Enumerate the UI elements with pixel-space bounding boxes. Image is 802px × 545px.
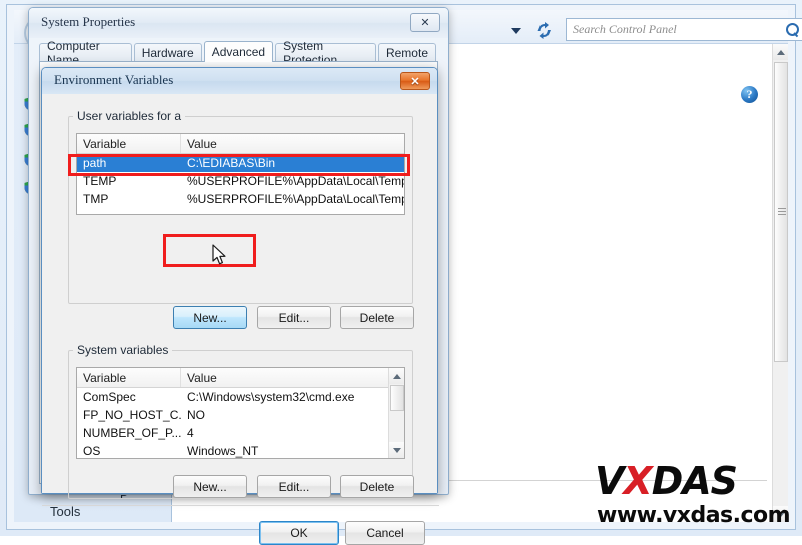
scroll-down-icon[interactable] (389, 442, 404, 458)
tab-hardware[interactable]: Hardware (133, 43, 202, 62)
tab-advanced[interactable]: Advanced (203, 41, 274, 62)
refresh-glyph (537, 21, 551, 39)
cancel-button[interactable]: Cancel (345, 521, 425, 545)
scrollbar-thumb[interactable] (774, 62, 788, 362)
search-icon (785, 22, 799, 37)
column-header-variable: Variable (77, 134, 181, 153)
tab-system-protection[interactable]: System Protection (275, 39, 376, 67)
close-icon[interactable]: ✕ (410, 13, 440, 32)
edit-user-variable-button[interactable]: Edit... (257, 306, 331, 329)
environment-variables-dialog: Environment Variables ✕ User variables f… (41, 67, 439, 545)
vertical-scrollbar[interactable] (772, 44, 788, 522)
user-var-name: TEMP (83, 174, 117, 188)
new-user-variable-button[interactable]: New... (173, 306, 247, 329)
user-var-value: %USERPROFILE%\AppData\Local\Temp (187, 192, 404, 206)
column-header-variable: Variable (77, 368, 181, 387)
system-properties-titlebar[interactable]: System Properties ✕ (29, 8, 448, 38)
scroll-up-icon[interactable] (389, 368, 404, 384)
system-var-value: Windows_NT (187, 444, 259, 458)
environment-variables-body: User variables for a Variable Value path… (42, 94, 439, 545)
system-var-name: FP_NO_HOST_C... (83, 408, 181, 422)
mouse-cursor (212, 244, 228, 266)
tab-remote[interactable]: Remote (377, 43, 436, 62)
user-var-value: %USERPROFILE%\AppData\Local\Temp (187, 174, 404, 188)
user-var-name: TMP (83, 192, 109, 206)
column-header-value: Value (187, 371, 217, 385)
tab-computer-name[interactable]: Computer Name (39, 39, 132, 67)
search-placeholder: Search Control Panel (573, 22, 677, 36)
table-row[interactable]: TEMP %USERPROFILE%\AppData\Local\Temp (77, 172, 404, 190)
table-row[interactable]: OS Windows_NT (77, 442, 404, 458)
vxdas-x: X (623, 459, 652, 503)
close-icon[interactable]: ✕ (400, 72, 430, 90)
user-variables-header: Variable Value (77, 134, 404, 154)
vxdas-url: www.vxdas.com (597, 503, 791, 528)
table-row[interactable]: TMP %USERPROFILE%\AppData\Local\Temp (77, 190, 404, 208)
system-properties-title: System Properties (41, 14, 136, 29)
table-row[interactable]: NUMBER_OF_P... 4 (77, 424, 404, 442)
sidebar-label-tools[interactable]: Tools (50, 504, 80, 519)
system-variables-list[interactable]: Variable Value ComSpec C:\Windows\system… (76, 367, 405, 459)
system-var-name: NUMBER_OF_P... (83, 426, 181, 440)
vxdas-watermark: VXDAS (595, 459, 738, 503)
environment-variables-title: Environment Variables (54, 72, 174, 87)
user-var-value: C:\EDIABAS\Bin (187, 156, 276, 170)
chevron-down-icon[interactable] (505, 22, 527, 40)
ok-button[interactable]: OK (259, 521, 339, 545)
scroll-up-icon[interactable] (773, 44, 788, 60)
system-variables-header: Variable Value (77, 368, 404, 388)
system-var-value: 4 (187, 426, 194, 440)
vxdas-das: DAS (651, 459, 738, 503)
system-var-value: NO (187, 408, 205, 422)
table-row[interactable]: FP_NO_HOST_C... NO (77, 406, 404, 424)
column-header-value: Value (187, 137, 217, 151)
help-question-icon[interactable]: ? (741, 86, 758, 103)
user-variables-list[interactable]: Variable Value path C:\EDIABAS\Bin TEMP … (76, 133, 405, 215)
system-var-value: C:\Windows\system32\cmd.exe (187, 390, 355, 404)
delete-system-variable-button[interactable]: Delete (340, 475, 414, 498)
table-row[interactable]: path C:\EDIABAS\Bin (77, 154, 404, 172)
table-row[interactable]: ComSpec C:\Windows\system32\cmd.exe (77, 388, 404, 406)
system-variables-legend: System variables (77, 343, 169, 357)
delete-user-variable-button[interactable]: Delete (340, 306, 414, 329)
system-variables-scrollbar[interactable] (388, 368, 404, 458)
edit-system-variable-button[interactable]: Edit... (257, 475, 331, 498)
new-system-variable-button[interactable]: New... (173, 475, 247, 498)
scrollbar-thumb[interactable] (390, 385, 404, 411)
system-var-name: ComSpec (83, 390, 136, 404)
user-variables-legend: User variables for a (77, 109, 182, 123)
vxdas-v: V (595, 459, 624, 503)
system-properties-tabs: Computer Name Hardware Advanced System P… (39, 39, 438, 67)
refresh-icon[interactable] (531, 18, 557, 42)
user-var-name: path (83, 156, 107, 170)
system-var-name: OS (83, 444, 101, 458)
search-input[interactable]: Search Control Panel (566, 18, 802, 41)
environment-variables-titlebar[interactable]: Environment Variables ✕ (42, 68, 437, 94)
